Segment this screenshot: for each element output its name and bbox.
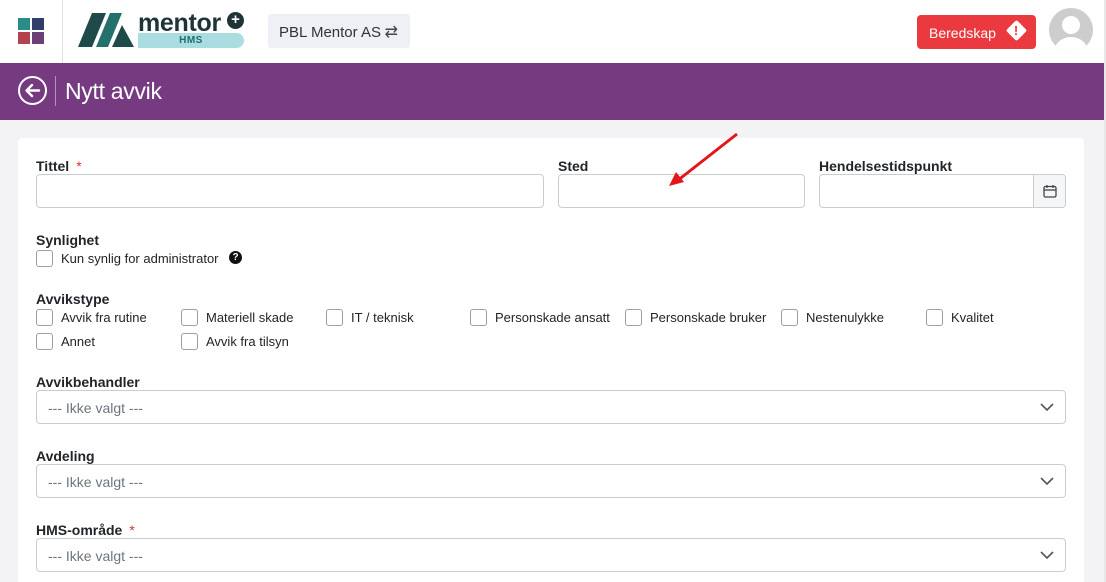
- hms-omrade-label: HMS-område *: [36, 522, 135, 538]
- avvikstype-option: Nestenulykke: [806, 310, 885, 325]
- avvikstype-checkbox[interactable]: [470, 309, 487, 326]
- hms-omrade-label-text: HMS-område: [36, 522, 123, 538]
- avvikstype-option: Avvik fra tilsyn: [206, 334, 289, 349]
- beredskap-label: Beredskap: [929, 25, 996, 41]
- select-value: --- Ikke valgt ---: [48, 548, 143, 564]
- page-title: Nytt avvik: [65, 78, 162, 104]
- avvikstype-checkbox[interactable]: [181, 333, 198, 350]
- company-name: PBL Mentor AS: [279, 24, 381, 41]
- avvikstype-checkbox[interactable]: [625, 309, 642, 326]
- avvikstype-option: Personskade ansatt: [495, 310, 610, 325]
- required-marker: *: [129, 522, 135, 538]
- tittel-input[interactable]: [36, 174, 544, 208]
- avdeling-select[interactable]: --- Ikke valgt ---: [36, 464, 1066, 498]
- logo-plus-icon: +: [227, 12, 244, 29]
- avvikstype-checkbox[interactable]: [781, 309, 798, 326]
- top-bar: mentor + HMS PBL Mentor AS ⇄ Beredskap !: [0, 0, 1106, 63]
- select-value: --- Ikke valgt ---: [48, 474, 143, 490]
- company-switcher[interactable]: PBL Mentor AS ⇄: [268, 14, 410, 48]
- avvikstype-option: Annet: [61, 334, 95, 349]
- chevron-down-icon: [1040, 403, 1054, 412]
- chevron-down-icon: [1040, 551, 1054, 560]
- annotation-arrow-icon: [669, 132, 738, 186]
- help-icon[interactable]: ?: [229, 251, 242, 264]
- avvikstype-option: Personskade bruker: [650, 310, 767, 325]
- logo-hms-tag: HMS: [138, 33, 244, 48]
- form-card: Tittel * Sted Hendelsestidspunkt Synlighe…: [18, 138, 1084, 582]
- hms-omrade-select[interactable]: --- Ikke valgt ---: [36, 538, 1066, 572]
- tittel-label-text: Tittel: [36, 158, 70, 174]
- select-value: --- Ikke valgt ---: [48, 400, 143, 416]
- admin-only-checkbox[interactable]: [36, 250, 53, 267]
- sted-label: Sted: [558, 158, 589, 174]
- warning-exclamation: !: [1013, 23, 1019, 38]
- beredskap-button[interactable]: Beredskap !: [917, 15, 1036, 49]
- user-avatar-icon[interactable]: [1049, 8, 1093, 52]
- avvikstype-checkbox[interactable]: [926, 309, 943, 326]
- arrow-left-circle-icon[interactable]: [18, 76, 47, 105]
- calendar-button[interactable]: [1033, 175, 1065, 207]
- avvikstype-label: Avvikstype: [36, 291, 110, 307]
- divider: [55, 76, 56, 106]
- tittel-label: Tittel *: [36, 158, 82, 174]
- avvikbehandler-label: Avvikbehandler: [36, 374, 140, 390]
- hendelsestidspunkt-input[interactable]: [819, 174, 1066, 208]
- avvikstype-option: Materiell skade: [206, 310, 294, 325]
- swap-arrows-icon: ⇄: [384, 24, 398, 41]
- apps-grid-icon[interactable]: [18, 18, 44, 44]
- synlighet-label: Synlighet: [36, 232, 100, 248]
- avvikstype-checkbox[interactable]: [36, 309, 53, 326]
- required-marker: *: [76, 158, 82, 174]
- calendar-icon: [1043, 185, 1057, 198]
- arrow-left-icon: [25, 83, 41, 98]
- avvikstype-option: IT / teknisk: [351, 310, 414, 325]
- divider: [62, 0, 63, 63]
- chevron-down-icon: [1040, 477, 1054, 486]
- avvikstype-checkbox[interactable]: [181, 309, 198, 326]
- avatar-body: [1054, 37, 1088, 52]
- avvikstype-option: Kvalitet: [951, 310, 994, 325]
- hendelsestidspunkt-label: Hendelsestidspunkt: [819, 158, 953, 174]
- mentor-hms-logo[interactable]: mentor + HMS: [76, 9, 248, 51]
- logo-mark-icon: [78, 13, 134, 47]
- avvikstype-option: Avvik fra rutine: [61, 310, 147, 325]
- admin-only-label: Kun synlig for administrator: [61, 251, 219, 266]
- avvikstype-checkbox[interactable]: [326, 309, 343, 326]
- avdeling-label: Avdeling: [36, 448, 95, 464]
- avvikstype-checkbox[interactable]: [36, 333, 53, 350]
- avvikbehandler-select[interactable]: --- Ikke valgt ---: [36, 390, 1066, 424]
- avatar-head: [1062, 16, 1080, 34]
- page-header: Nytt avvik: [0, 63, 1104, 120]
